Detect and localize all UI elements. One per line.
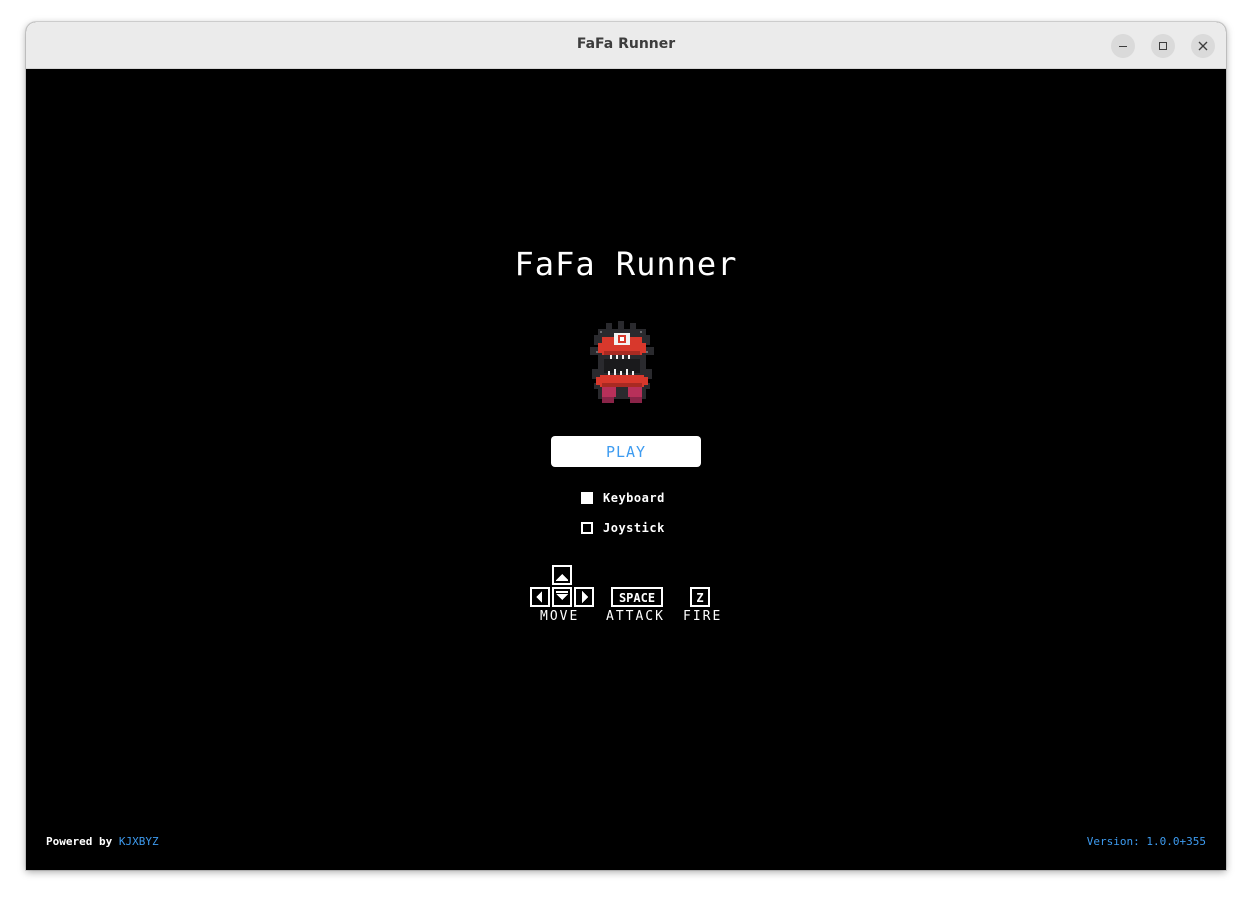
app-window: FaFa Runner FaFa Runner PLAY Keyboard Jo…	[26, 22, 1226, 870]
attack-label: ATTACK	[606, 609, 665, 624]
space-key-icon: SPACE	[611, 587, 663, 607]
minimize-icon	[1119, 46, 1127, 47]
z-key-text: Z	[696, 591, 703, 605]
fire-label: FIRE	[683, 609, 723, 624]
maximize-icon	[1159, 42, 1167, 50]
version-text: Version: 1.0.0+355	[1086, 835, 1206, 848]
arrow-down-key-icon	[552, 587, 572, 607]
maximize-button[interactable]	[1151, 34, 1175, 58]
arrow-up-key-icon	[552, 565, 572, 585]
window-title: FaFa Runner	[576, 36, 676, 52]
game-canvas: FaFa Runner PLAY Keyboard Joystick SPACE…	[26, 69, 1226, 870]
move-label: MOVE	[540, 609, 580, 624]
powered-by-prefix: Powered by	[46, 835, 119, 848]
controls-help: SPACE Z	[530, 565, 710, 607]
arrow-left-key-icon	[530, 587, 550, 607]
minimize-button[interactable]	[1111, 34, 1135, 58]
powered-by-text: Powered by KJXBYZ	[46, 835, 159, 848]
title-bar[interactable]: FaFa Runner	[26, 22, 1226, 69]
close-icon	[1198, 41, 1208, 51]
arrow-right-key-icon	[574, 587, 594, 607]
space-key-text: SPACE	[619, 591, 655, 605]
z-key-icon: Z	[690, 587, 710, 607]
close-button[interactable]	[1191, 34, 1215, 58]
powered-by-brand-link[interactable]: KJXBYZ	[119, 835, 159, 848]
